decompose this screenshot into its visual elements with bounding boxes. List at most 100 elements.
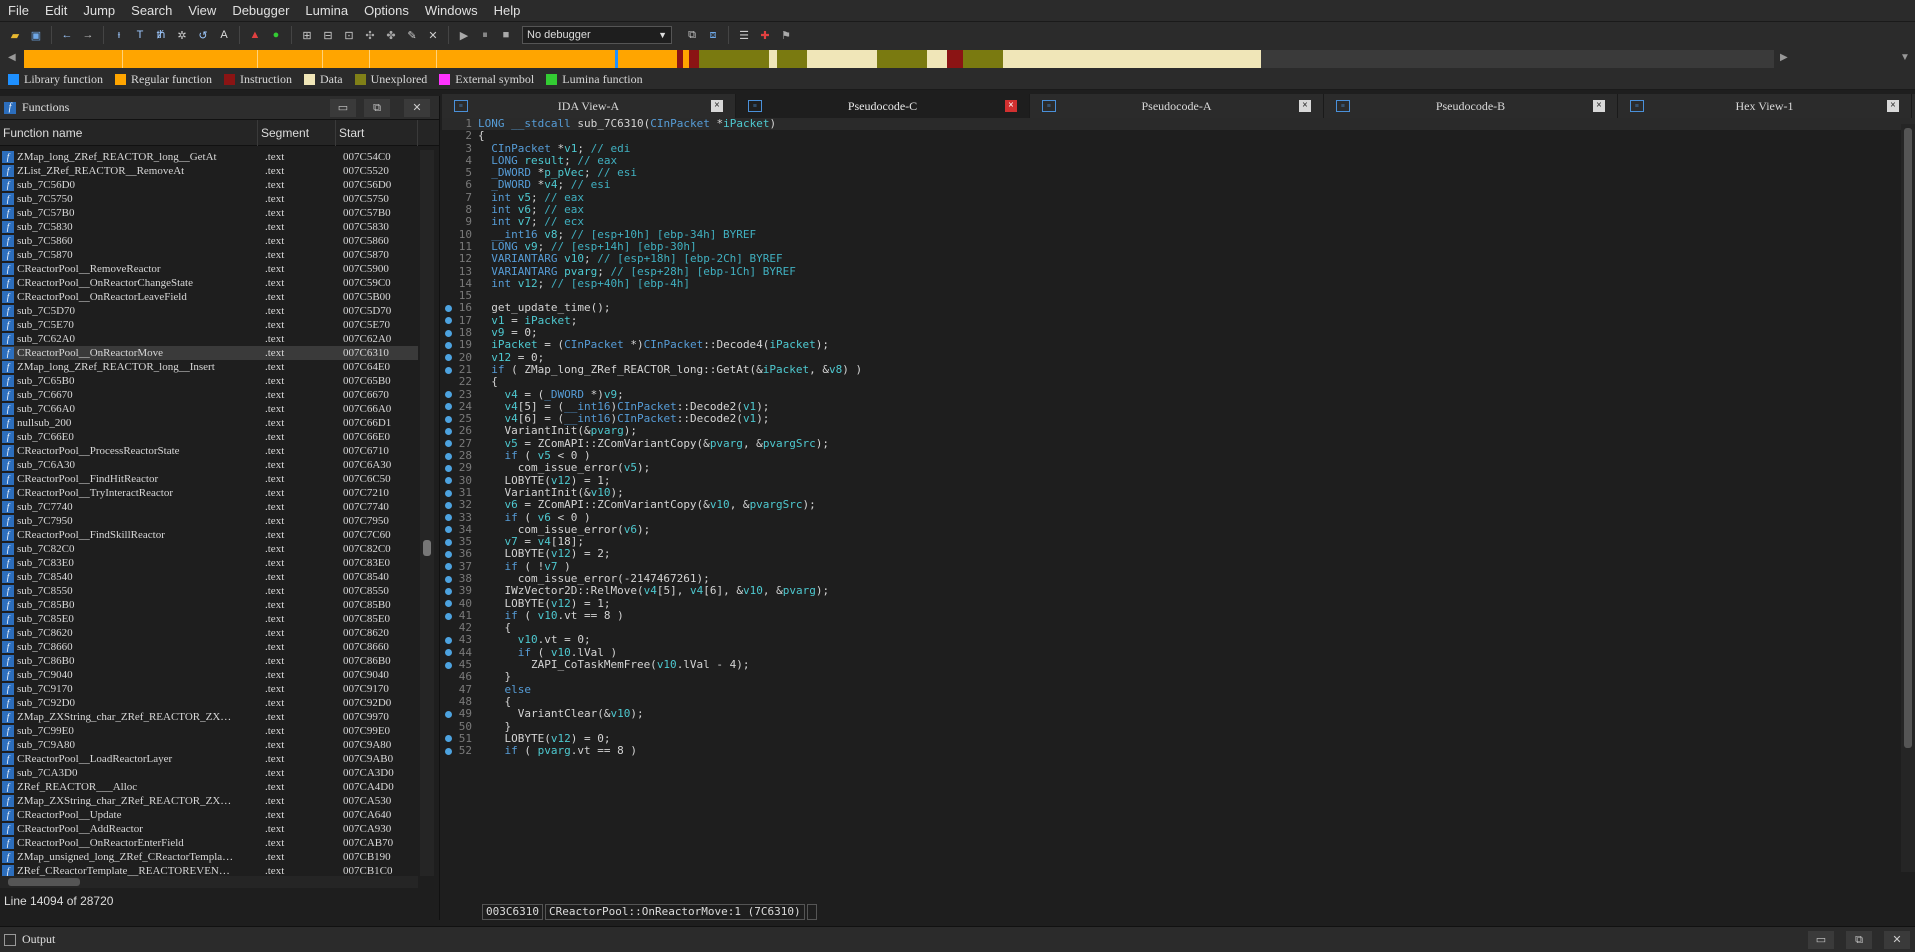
menu-edit[interactable]: Edit <box>37 0 75 22</box>
code-line[interactable]: 39 IWzVector2D::RelMove(v4[5], v4[6], &v… <box>442 584 1915 597</box>
function-row[interactable]: f sub_7C65B0 .text 007C65B0 <box>0 374 418 388</box>
breakpoint-gutter[interactable] <box>442 671 454 683</box>
breakpoint-gutter[interactable] <box>442 155 454 167</box>
functions-horizontal-scrollbar[interactable] <box>0 876 418 888</box>
code-line[interactable]: 17 v1 = iPacket; <box>442 314 1915 327</box>
back-icon[interactable]: ← <box>58 26 76 44</box>
column-header-segment[interactable]: Segment <box>258 119 336 146</box>
patch-icon[interactable]: ✤ <box>382 26 400 44</box>
code-line[interactable]: 46 } <box>442 671 1915 684</box>
function-row[interactable]: f sub_7C92D0 .text 007C92D0 <box>0 696 418 710</box>
function-row[interactable]: f sub_7C66A0 .text 007C66A0 <box>0 402 418 416</box>
code-line[interactable]: 49 VariantClear(&v10); <box>442 707 1915 720</box>
function-row[interactable]: f CReactorPool__ProcessReactorState .text 0… <box>0 444 418 458</box>
function-row[interactable]: f ZMap_long_ZRef_REACTOR_long__Insert .tex… <box>0 360 418 374</box>
function-row[interactable]: f sub_7C56D0 .text 007C56D0 <box>0 178 418 192</box>
breakpoint-gutter[interactable] <box>442 684 454 696</box>
code-line[interactable]: 33 if ( v6 < 0 ) <box>442 511 1915 524</box>
breakpoint-gutter[interactable] <box>442 524 454 536</box>
plugin-icon[interactable]: ✣ <box>361 26 379 44</box>
string-icon[interactable]: ↺ <box>194 26 212 44</box>
code-line[interactable]: 45 ZAPI_CoTaskMemFree(v10.lVal - 4); <box>442 658 1915 671</box>
breakpoint-gutter[interactable] <box>442 659 454 671</box>
function-row[interactable]: f ZRef_REACTOR___Alloc .text 007CA4D0 <box>0 780 418 794</box>
function-row[interactable]: f sub_7C62A0 .text 007C62A0 <box>0 332 418 346</box>
editor-scrollbar[interactable] <box>1901 124 1915 872</box>
breakpoint-gutter[interactable] <box>442 610 454 622</box>
breakpoint-gutter[interactable] <box>442 548 454 560</box>
breakpoint-gutter[interactable] <box>442 167 454 179</box>
function-row[interactable]: f sub_7C5860 .text 007C5860 <box>0 234 418 248</box>
function-row[interactable]: f ZMap_unsigned_long_ZRef_CReactorTempla…… <box>0 850 418 864</box>
tab-close-icon[interactable]: × <box>1299 100 1311 112</box>
breakpoint-gutter[interactable] <box>442 634 454 646</box>
close-icon[interactable]: ✕ <box>424 26 442 44</box>
code-line[interactable]: 25 v4[6] = (__int16)CInPacket::Decode2(v… <box>442 412 1915 425</box>
function-row[interactable]: f CReactorPool__OnReactorMove .text 007C631… <box>0 346 418 360</box>
function-row[interactable]: f sub_7C5870 .text 007C5870 <box>0 248 418 262</box>
edit-icon[interactable]: ✎ <box>403 26 421 44</box>
output-panel-bar[interactable]: Output ▭ ⧉ ✕ <box>0 926 1915 952</box>
function-row[interactable]: f ZMap_long_ZRef_REACTOR_long__GetAt .text… <box>0 150 418 164</box>
code-line[interactable]: 8 int v6; // eax <box>442 203 1915 216</box>
data-icon[interactable]: T <box>131 26 149 44</box>
breakpoint-gutter[interactable] <box>442 130 454 142</box>
code-line[interactable]: 47 else <box>442 683 1915 696</box>
function-row[interactable]: f nullsub_200 .text 007C66D1 <box>0 416 418 430</box>
breakpoint-gutter[interactable] <box>442 475 454 487</box>
menu-lumina[interactable]: Lumina <box>297 0 356 22</box>
code-line[interactable]: 43 v10.vt = 0; <box>442 634 1915 646</box>
function-row[interactable]: f sub_7C5E70 .text 007C5E70 <box>0 318 418 332</box>
breakpoint-gutter[interactable] <box>442 143 454 155</box>
function-row[interactable]: f sub_7C9A80 .text 007C9A80 <box>0 738 418 752</box>
breakpoint-gutter[interactable] <box>442 622 454 634</box>
breakpoint-gutter[interactable] <box>442 647 454 659</box>
code-line[interactable]: 5 _DWORD *p_pVec; // esi <box>442 166 1915 179</box>
menu-file[interactable]: File <box>0 0 37 22</box>
breakpoint-gutter[interactable] <box>442 290 454 302</box>
output-float-button[interactable]: ⧉ <box>1846 931 1872 949</box>
breakpoint-gutter[interactable] <box>442 352 454 364</box>
menu-options[interactable]: Options <box>356 0 417 22</box>
function-row[interactable]: f sub_7CA3D0 .text 007CA3D0 <box>0 766 418 780</box>
code-line[interactable]: 6 _DWORD *v4; // esi <box>442 179 1915 192</box>
function-row[interactable]: f sub_7C99E0 .text 007C99E0 <box>0 724 418 738</box>
attach-icon[interactable]: ⧉ <box>683 26 701 44</box>
column-header-function-name[interactable]: Function name <box>0 119 258 146</box>
function-row[interactable]: f sub_7C6A30 .text 007C6A30 <box>0 458 418 472</box>
code-line[interactable]: 4 LONG result; // eax <box>442 154 1915 167</box>
function-row[interactable]: f ZMap_ZXString_char_ZRef_REACTOR_ZX… .tex… <box>0 710 418 724</box>
function-row[interactable]: f CReactorPool__LoadReactorLayer .text 007C… <box>0 752 418 766</box>
function-row[interactable]: f CReactorPool__FindSkillReactor .text 007C… <box>0 528 418 542</box>
functions-scrollbar[interactable] <box>420 150 434 876</box>
breakpoint-gutter[interactable] <box>442 512 454 524</box>
trace-icon[interactable]: ✚ <box>756 26 774 44</box>
function-row[interactable]: f sub_7C6670 .text 007C6670 <box>0 388 418 402</box>
navigation-strip[interactable] <box>24 50 1774 68</box>
code-line[interactable]: 36 LOBYTE(v12) = 2; <box>442 548 1915 560</box>
code-line[interactable]: 30 LOBYTE(v12) = 1; <box>442 474 1915 487</box>
tab-pseudocode-a[interactable]: ≡ Pseudocode-A × <box>1030 94 1324 118</box>
function-row[interactable]: f sub_7C9040 .text 007C9040 <box>0 668 418 682</box>
tab-close-icon[interactable]: × <box>1887 100 1899 112</box>
code-line[interactable]: 50 } <box>442 720 1915 733</box>
function-row[interactable]: f sub_7C8540 .text 007C8540 <box>0 570 418 584</box>
breakpoint-gutter[interactable] <box>442 733 454 745</box>
code-line[interactable]: 40 LOBYTE(v12) = 1; <box>442 597 1915 610</box>
nav-right-arrow-icon[interactable]: ▶ <box>1780 52 1788 63</box>
breakpoint-gutter[interactable] <box>442 315 454 327</box>
breakpoint-gutter[interactable] <box>442 327 454 339</box>
breakpoint-gutter[interactable] <box>442 389 454 401</box>
breakpoint-gutter[interactable] <box>442 561 454 573</box>
function-row[interactable]: f CReactorPool__OnReactorEnterField .text 0… <box>0 836 418 850</box>
code-line[interactable]: 35 v7 = v4[18]; <box>442 535 1915 548</box>
function-row[interactable]: f sub_7C85E0 .text 007C85E0 <box>0 612 418 626</box>
function-row[interactable]: f ZMap_ZXString_char_ZRef_REACTOR_ZX… .tex… <box>0 794 418 808</box>
function-row[interactable]: f CReactorPool__Update .text 007CA640 <box>0 808 418 822</box>
function-row[interactable]: f sub_7C8660 .text 007C8660 <box>0 640 418 654</box>
breakpoint-gutter[interactable] <box>442 450 454 462</box>
struct-icon[interactable]: ᵺ <box>152 26 170 44</box>
menu-search[interactable]: Search <box>123 0 180 22</box>
breakpoint-gutter[interactable] <box>442 598 454 610</box>
tab-close-icon[interactable]: × <box>711 100 723 112</box>
